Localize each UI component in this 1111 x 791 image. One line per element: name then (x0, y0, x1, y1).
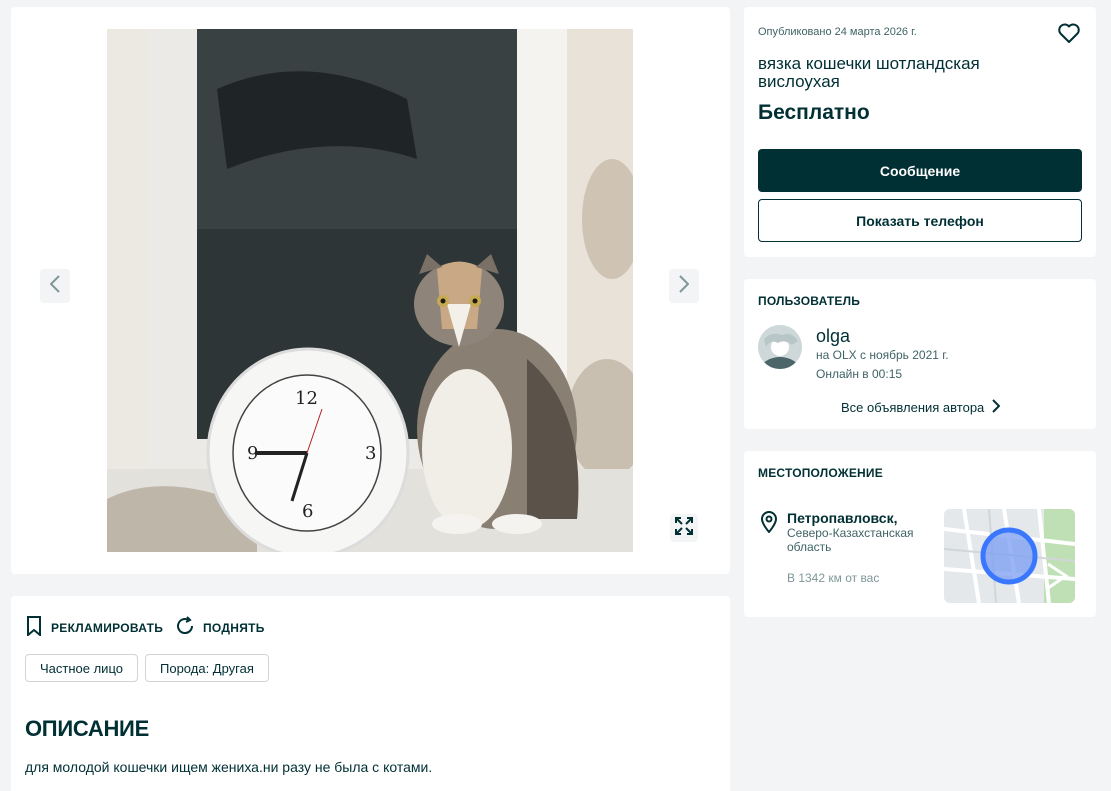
all-author-ads-link[interactable]: Все объявления автора (841, 399, 1001, 416)
location-map[interactable] (944, 509, 1075, 603)
svg-text:9: 9 (247, 443, 258, 464)
user-section-title: ПОЛЬЗОВАТЕЛЬ (758, 294, 861, 308)
message-button[interactable]: Сообщение (758, 149, 1082, 192)
region: Северо-Казахстанская область (787, 526, 914, 554)
distance: В 1342 км от вас (787, 571, 880, 585)
ad-title: вязка кошечки шотландская вислоухая (758, 54, 980, 91)
svg-text:12: 12 (295, 388, 318, 409)
user-since: на OLX с ноябрь 2021 г. (816, 348, 949, 362)
refresh-icon (175, 616, 195, 639)
tag-breed: Порода: Другая (145, 654, 269, 682)
description-text: для молодой кошечки ищем жениха.ни разу … (25, 759, 433, 775)
description-title: ОПИСАНИЕ (25, 716, 149, 741)
svg-text:3: 3 (365, 443, 376, 464)
svg-text:6: 6 (302, 501, 313, 522)
show-phone-button[interactable]: Показать телефон (758, 199, 1082, 242)
published-date: Опубликовано 24 марта 2026 г. (758, 26, 917, 38)
expand-icon (674, 516, 694, 541)
listing-photo[interactable]: 12 3 6 9 (107, 29, 633, 552)
ad-summary-card: Опубликовано 24 марта 2026 г. вязка коше… (744, 7, 1096, 257)
price: Бесплатно (758, 101, 870, 124)
chevron-right-icon (679, 274, 690, 298)
next-photo-button[interactable] (669, 269, 699, 303)
bookmark-icon (25, 616, 43, 639)
tag-seller-type: Частное лицо (25, 654, 138, 682)
location-section-title: МЕСТОПОЛОЖЕНИЕ (758, 466, 883, 480)
user-online-status: Онлайн в 00:15 (816, 367, 903, 381)
fullscreen-button[interactable] (670, 514, 698, 542)
raise-label: ПОДНЯТЬ (203, 620, 265, 635)
description-card: РЕКЛАМИРОВАТЬ ПОДНЯТЬ Частное лицо Пород… (11, 596, 730, 791)
city: Петропавловск, (787, 510, 898, 526)
avatar[interactable] (758, 325, 802, 369)
chevron-right-icon (992, 399, 1001, 416)
raise-button[interactable]: ПОДНЯТЬ (175, 616, 265, 639)
heart-icon (1057, 23, 1081, 49)
location-pin-icon (760, 511, 778, 538)
promote-button[interactable]: РЕКЛАМИРОВАТЬ (25, 616, 163, 639)
photo-gallery: 12 3 6 9 (11, 7, 730, 574)
location-card: МЕСТОПОЛОЖЕНИЕ Петропавловск, Северо-Каз… (744, 451, 1096, 617)
user-name: olga (816, 326, 851, 346)
prev-photo-button[interactable] (40, 269, 70, 303)
favorite-button[interactable] (1057, 21, 1081, 45)
promote-label: РЕКЛАМИРОВАТЬ (51, 620, 164, 635)
all-ads-label: Все объявления автора (841, 400, 985, 415)
user-card: ПОЛЬЗОВАТЕЛЬ olga на OLX с ноябрь 2021 г… (744, 279, 1096, 429)
chevron-left-icon (49, 274, 60, 298)
